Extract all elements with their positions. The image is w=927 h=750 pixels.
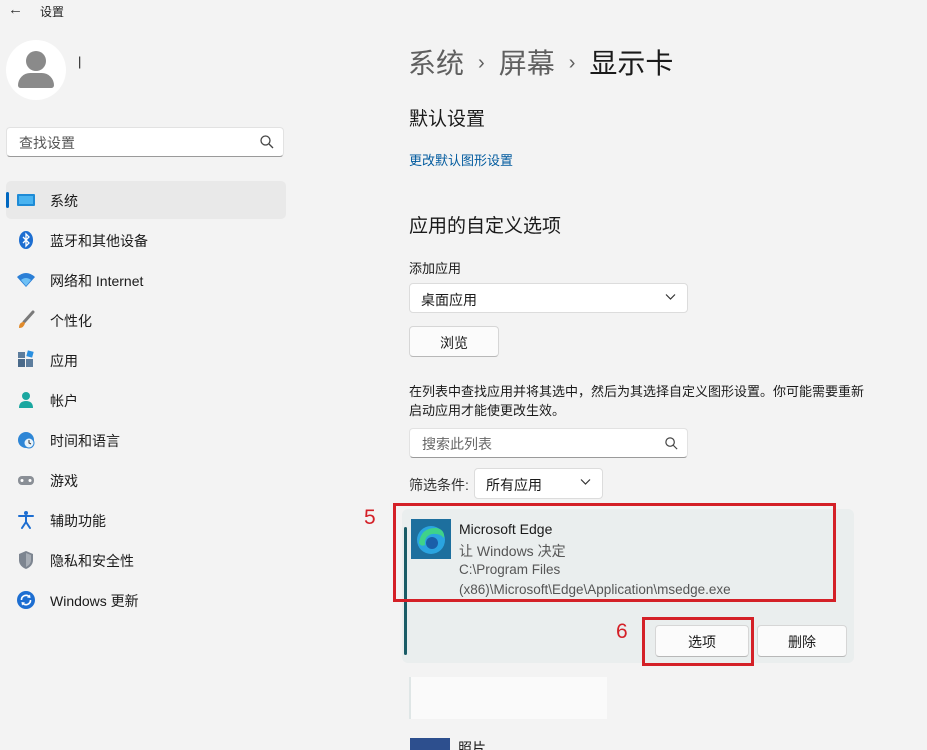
sidebar-item-time-language[interactable]: 时间和语言: [6, 421, 286, 459]
title-bar: ← 设置: [0, 0, 927, 22]
sidebar-item-label: 隐私和安全性: [50, 553, 134, 569]
update-icon: [17, 591, 35, 609]
chevron-down-icon: [580, 479, 591, 485]
brush-icon: [19, 310, 35, 328]
list-search-input[interactable]: [420, 435, 654, 453]
list-description: 在列表中查找应用并将其选中，然后为其选择自定义图形设置。你可能需要重新启动应用才…: [409, 384, 865, 418]
sidebar-item-label: 时间和语言: [50, 433, 120, 449]
sidebar-item-personalization[interactable]: 个性化: [6, 301, 286, 339]
browse-button-label: 浏览: [440, 335, 468, 351]
change-default-graphics-link[interactable]: 更改默认图形设置: [409, 150, 513, 169]
annotation-step-5: 5: [364, 506, 376, 529]
app-entry-placeholder[interactable]: [409, 677, 607, 719]
delete-button-label: 删除: [788, 634, 816, 650]
breadcrumb-separator: ›: [568, 52, 576, 74]
search-icon[interactable]: [664, 436, 679, 451]
sidebar-item-label: 个性化: [50, 313, 92, 329]
add-app-label: 添加应用: [409, 261, 462, 276]
browse-button[interactable]: 浏览: [409, 326, 499, 357]
sidebar-item-windows-update[interactable]: Windows 更新: [6, 581, 286, 619]
avatar-body: [18, 73, 54, 88]
list-search-box[interactable]: [409, 428, 688, 458]
sidebar-item-label: 蓝牙和其他设备: [50, 233, 148, 249]
page-title: 显示卡: [589, 48, 674, 79]
sidebar-item-label: 应用: [50, 353, 78, 369]
sidebar-item-label: 游戏: [50, 473, 78, 489]
delete-button[interactable]: 删除: [757, 625, 847, 657]
sidebar-nav: 系统 蓝牙和其他设备 网络和 Internet 个性化 应用 帐户 时间和语言 …: [6, 181, 286, 621]
shield-icon: [19, 551, 33, 569]
settings-search-input[interactable]: [17, 134, 251, 152]
search-icon[interactable]: [259, 134, 275, 150]
breadcrumb-system[interactable]: 系统: [408, 48, 464, 79]
sidebar-item-label: 网络和 Internet: [50, 273, 144, 289]
apps-icon: [18, 350, 34, 367]
user-name: |: [78, 54, 82, 69]
monitor-icon: [17, 194, 35, 206]
accessibility-icon: [18, 511, 34, 529]
sidebar-item-label: 辅助功能: [50, 513, 106, 529]
sidebar-item-accessibility[interactable]: 辅助功能: [6, 501, 286, 539]
sidebar-item-bluetooth[interactable]: 蓝牙和其他设备: [6, 221, 286, 259]
account-icon: [19, 392, 33, 408]
gamepad-icon: [18, 476, 34, 485]
sidebar-item-label: Windows 更新: [50, 593, 139, 609]
annotation-box-app-entry: [393, 503, 836, 602]
settings-search-box[interactable]: [6, 127, 284, 157]
wifi-icon: [17, 273, 35, 287]
custom-options-heading: 应用的自定义选项: [409, 216, 562, 237]
back-arrow-icon[interactable]: ←: [8, 1, 23, 18]
default-settings-heading: 默认设置: [409, 109, 486, 130]
breadcrumb: 系统 › 屏幕 › 显示卡: [408, 42, 673, 82]
active-indicator: [6, 192, 9, 208]
photos-app-icon: [410, 738, 450, 750]
sidebar-item-gaming[interactable]: 游戏: [6, 461, 286, 499]
filter-value: 所有应用: [486, 477, 542, 493]
app-type-dropdown[interactable]: 桌面应用: [409, 283, 688, 313]
avatar-head: [26, 51, 46, 71]
sidebar-item-system[interactable]: 系统: [6, 181, 286, 219]
app-type-value: 桌面应用: [421, 292, 477, 308]
breadcrumb-display[interactable]: 屏幕: [499, 48, 555, 79]
annotation-step-6: 6: [616, 620, 628, 643]
sidebar-item-apps[interactable]: 应用: [6, 341, 286, 379]
annotation-box-options: [642, 617, 754, 666]
bluetooth-icon: [19, 231, 33, 249]
app-name: 照片: [458, 740, 486, 750]
avatar[interactable]: [6, 40, 66, 100]
sidebar-item-label: 帐户: [50, 393, 78, 409]
breadcrumb-separator: ›: [478, 52, 485, 74]
sidebar-item-network[interactable]: 网络和 Internet: [6, 261, 286, 299]
sidebar-item-accounts[interactable]: 帐户: [6, 381, 286, 419]
sidebar-item-privacy[interactable]: 隐私和安全性: [6, 541, 286, 579]
sidebar-item-label: 系统: [50, 193, 78, 209]
globe-clock-icon: [18, 432, 35, 449]
window-title: 设置: [40, 5, 65, 19]
filter-dropdown[interactable]: 所有应用: [474, 468, 603, 499]
filter-label: 筛选条件:: [409, 477, 469, 493]
chevron-down-icon: [665, 294, 676, 300]
